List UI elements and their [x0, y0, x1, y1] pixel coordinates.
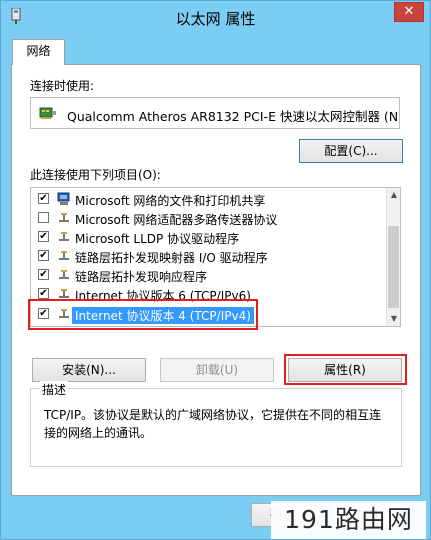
list-item[interactable]: ✔ 链路层拓扑发现映射器 I/O 驱动程序 — [31, 247, 388, 266]
adapter-field: Qualcomm Atheros AR8132 PCI-E 快速以太网控制器 (… — [30, 97, 400, 129]
tab-panel: 连接时使用: Qualcomm Atheros AR8132 PCI-E 快速以… — [11, 64, 421, 496]
network-client-icon — [57, 192, 70, 205]
list-item[interactable]: ✔ Microsoft LLDP 协议驱动程序 — [31, 228, 388, 247]
protocol-icon — [59, 232, 69, 241]
item-label: Microsoft 网络的文件和打印机共享 — [75, 194, 266, 208]
description-text: TCP/IP。该协议是默认的广域网络协议，它提供在不同的相互连接的网络上的通讯。 — [44, 408, 382, 440]
list-item[interactable]: Microsoft 网络适配器多路传送器协议 — [31, 209, 388, 228]
protocol-icon — [59, 251, 69, 260]
uninstall-button[interactable]: 卸载(U) — [160, 358, 274, 382]
adapter-icon — [39, 107, 56, 119]
item-checkbox[interactable]: ✔ — [38, 269, 49, 280]
scroll-down-icon[interactable]: ▼ — [389, 314, 399, 324]
protocol-icon — [59, 213, 69, 222]
close-button[interactable]: ✕ — [394, 2, 424, 22]
close-icon: ✕ — [403, 4, 415, 19]
item-checkbox[interactable]: ✔ — [38, 193, 49, 204]
connect-using-label: 连接时使用: — [30, 79, 95, 93]
protocol-icon — [59, 270, 69, 279]
item-label: 链路层拓扑发现响应程序 — [75, 270, 208, 284]
list-item[interactable]: ✔ 链路层拓扑发现响应程序 — [31, 266, 388, 285]
properties-window: 以太网 属性 ✕ 网络 连接时使用: Qualcomm Atheros AR81… — [0, 0, 431, 540]
item-checkbox[interactable]: ✔ — [38, 231, 49, 242]
install-button[interactable]: 安装(N)... — [32, 358, 146, 382]
tab-network[interactable]: 网络 — [12, 39, 65, 65]
list-scrollbar[interactable]: ▲ ▼ — [386, 188, 400, 326]
title-bar[interactable]: 以太网 属性 ✕ — [1, 1, 430, 33]
watermark: 191路由网 — [271, 501, 426, 539]
item-label: Microsoft 网络适配器多路传送器协议 — [75, 213, 278, 227]
item-checkbox[interactable]: ✔ — [38, 250, 49, 261]
highlight-box-ipv4 — [28, 299, 258, 330]
items-label: 此连接使用下列项目(O): — [30, 168, 161, 182]
item-checkbox[interactable]: ✔ — [38, 288, 49, 299]
item-checkbox[interactable] — [38, 212, 49, 223]
item-label: Microsoft LLDP 协议驱动程序 — [75, 232, 240, 246]
configure-button[interactable]: 配置(C)... — [299, 139, 403, 163]
list-item[interactable]: ✔ Microsoft 网络的文件和打印机共享 — [31, 190, 388, 209]
window-title: 以太网 属性 — [175, 10, 256, 28]
description-title: 描述 — [40, 381, 69, 398]
highlight-box-properties — [284, 354, 407, 385]
adapter-name: Qualcomm Atheros AR8132 PCI-E 快速以太网控制器 (… — [67, 109, 400, 124]
scroll-up-icon[interactable]: ▲ — [389, 190, 399, 200]
scroll-thumb[interactable] — [388, 226, 399, 308]
item-label: 链路层拓扑发现映射器 I/O 驱动程序 — [75, 251, 268, 265]
